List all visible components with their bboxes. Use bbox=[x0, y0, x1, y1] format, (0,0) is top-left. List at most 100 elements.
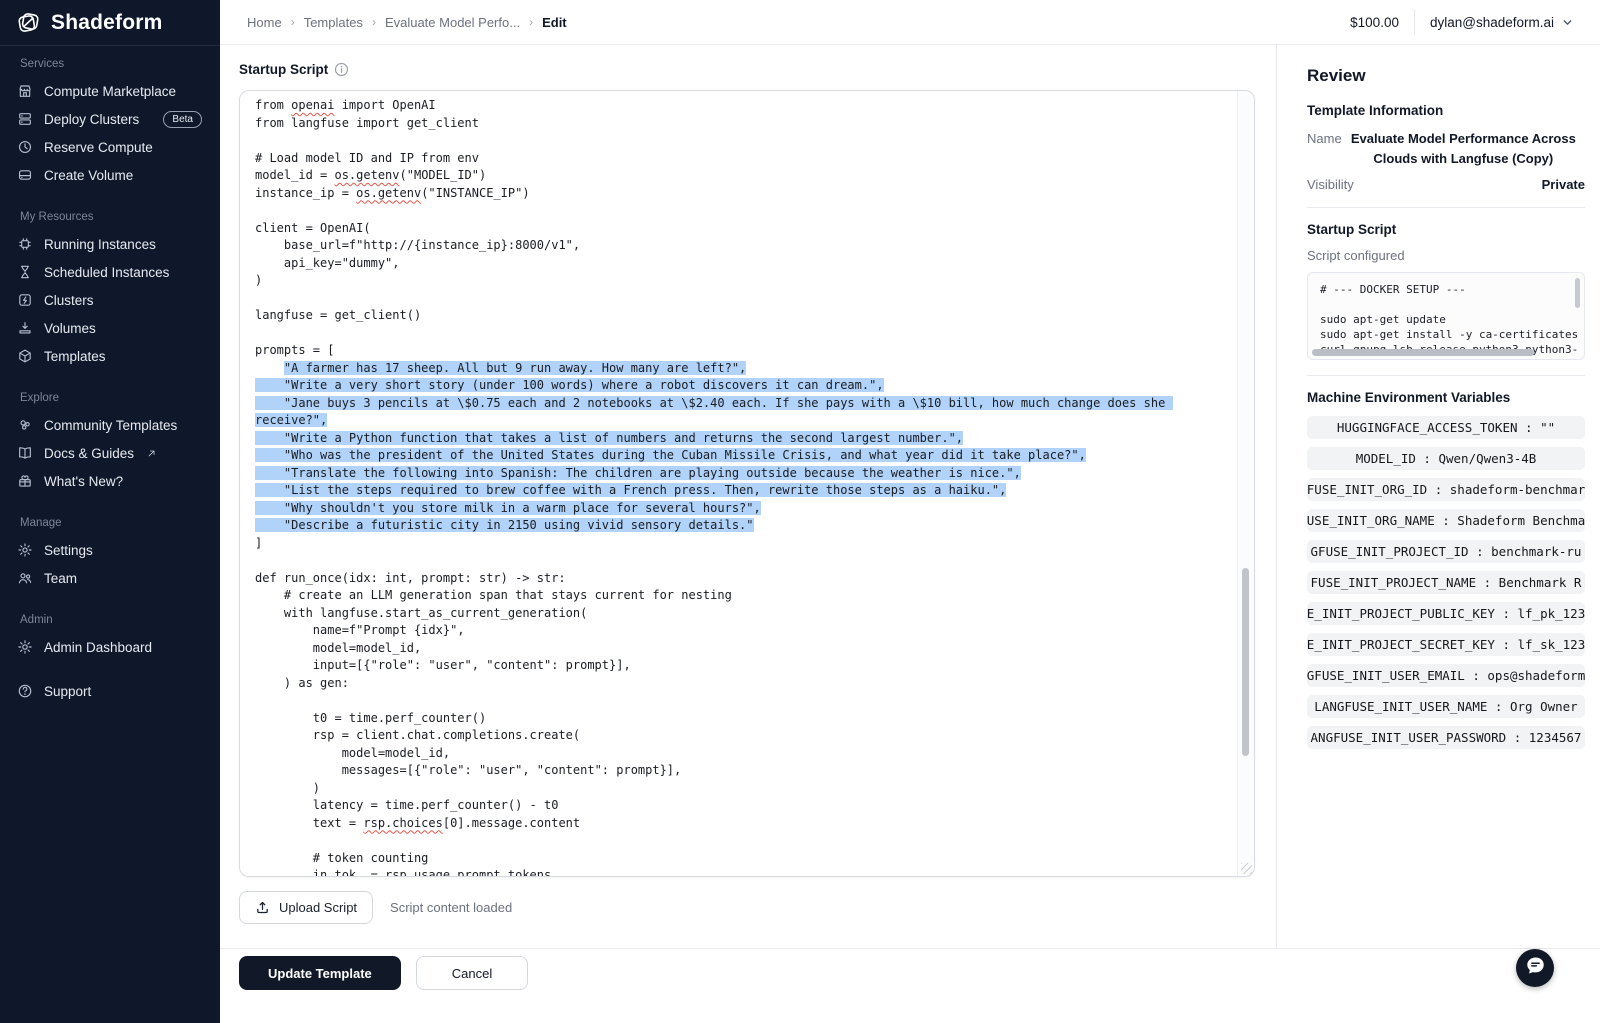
divider bbox=[1307, 375, 1585, 376]
env-var-row: E_INIT_PROJECT_PUBLIC_KEY : lf_pk_123 bbox=[1307, 602, 1585, 625]
sidebar-item-label: Support bbox=[44, 684, 91, 699]
breadcrumb-separator: › bbox=[529, 15, 533, 29]
sidebar-item-templates[interactable]: Templates bbox=[0, 342, 220, 370]
sidebar-item-label: Settings bbox=[44, 543, 93, 558]
topbar-divider bbox=[1414, 10, 1415, 34]
logo[interactable]: Shadeform bbox=[0, 0, 220, 46]
startup-script-review-heading: Startup Script bbox=[1307, 222, 1585, 237]
startup-script-section: Startup Script from openai import OpenAI… bbox=[220, 45, 1277, 948]
drive-icon bbox=[17, 167, 33, 183]
template-information-heading: Template Information bbox=[1307, 103, 1585, 118]
visibility-row: Visibility Private bbox=[1307, 177, 1585, 192]
sidebar-item-label: Compute Marketplace bbox=[44, 84, 176, 99]
script-preview-box[interactable]: # --- DOCKER SETUP --- sudo apt-get upda… bbox=[1307, 272, 1585, 360]
sidebar-item-support[interactable]: Support bbox=[0, 677, 220, 705]
team-icon bbox=[17, 570, 33, 586]
breadcrumb-evaluate-model-perfo[interactable]: Evaluate Model Perfo... bbox=[385, 15, 520, 30]
sidebar-nav: Services Compute Marketplace Deploy Cluste… bbox=[0, 52, 220, 705]
shadeform-logo-icon bbox=[15, 9, 42, 36]
sidebar-item-what-s-new[interactable]: What's New? bbox=[0, 467, 220, 495]
breadcrumb-home[interactable]: Home bbox=[247, 15, 282, 30]
editor-scrollbar-track[interactable] bbox=[1237, 91, 1254, 876]
sidebar-item-label: Templates bbox=[44, 349, 106, 364]
content-area: Startup Script from openai import OpenAI… bbox=[220, 45, 1600, 948]
sidebar-item-running-instances[interactable]: Running Instances bbox=[0, 230, 220, 258]
env-var-row: USE_INIT_ORG_NAME : Shadeform Benchma bbox=[1307, 509, 1585, 532]
gift-icon bbox=[17, 473, 33, 489]
sidebar-item-label: Running Instances bbox=[44, 237, 156, 252]
sidebar-item-create-volume[interactable]: Create Volume bbox=[0, 161, 220, 189]
sidebar-item-team[interactable]: Team bbox=[0, 564, 220, 592]
account-menu[interactable]: dylan@shadeform.ai bbox=[1430, 15, 1574, 30]
cancel-button[interactable]: Cancel bbox=[416, 956, 528, 990]
sidebar-item-label: Reserve Compute bbox=[44, 140, 153, 155]
beta-badge: Beta bbox=[163, 111, 202, 128]
sidebar-item-label: Volumes bbox=[44, 321, 96, 336]
cube-icon bbox=[17, 348, 33, 364]
sidebar-item-settings[interactable]: Settings bbox=[0, 536, 220, 564]
startup-script-heading: Startup Script bbox=[239, 62, 328, 77]
textarea-resize-handle[interactable] bbox=[1241, 863, 1252, 874]
breadcrumb-templates[interactable]: Templates bbox=[304, 15, 363, 30]
env-var-row: GFUSE_INIT_USER_EMAIL : ops@shadeform bbox=[1307, 664, 1585, 687]
admin-gear-icon bbox=[17, 639, 33, 655]
topbar-right: $100.00 dylan@shadeform.ai bbox=[1350, 10, 1574, 34]
startup-script-code[interactable]: from openai import OpenAI from langfuse … bbox=[240, 91, 1219, 877]
divider bbox=[1307, 207, 1585, 208]
template-name-value: Evaluate Model Performance Across Clouds… bbox=[1342, 129, 1585, 168]
sidebar-item-label: What's New? bbox=[44, 474, 123, 489]
upload-status-text: Script content loaded bbox=[390, 900, 512, 915]
template-name-row: Name Evaluate Model Performance Across C… bbox=[1307, 129, 1585, 168]
chat-bubble-icon bbox=[1525, 955, 1546, 981]
sidebar-item-admin-dashboard[interactable]: Admin Dashboard bbox=[0, 633, 220, 661]
community-icon bbox=[17, 417, 33, 433]
download-tray-icon bbox=[17, 320, 33, 336]
env-var-row: E_INIT_PROJECT_SECRET_KEY : lf_sk_123 bbox=[1307, 633, 1585, 656]
external-link-icon bbox=[146, 448, 157, 459]
sidebar-item-deploy-clusters[interactable]: Deploy ClustersBeta bbox=[0, 105, 220, 133]
env-var-row: GFUSE_INIT_PROJECT_ID : benchmark-ru bbox=[1307, 540, 1585, 563]
startup-script-editor[interactable]: from openai import OpenAI from langfuse … bbox=[239, 90, 1255, 877]
gear-icon bbox=[17, 542, 33, 558]
sidebar-section-label: Manage bbox=[0, 511, 220, 536]
env-var-row: ANGFUSE_INIT_USER_PASSWORD : 1234567 bbox=[1307, 726, 1585, 749]
env-var-row: LANGFUSE_INIT_USER_NAME : Org Owner bbox=[1307, 695, 1585, 718]
topbar: Home › Templates › Evaluate Model Perfo... › E… bbox=[220, 0, 1600, 45]
sidebar-item-scheduled-instances[interactable]: Scheduled Instances bbox=[0, 258, 220, 286]
breadcrumb-edit: Edit bbox=[542, 15, 567, 30]
sidebar-item-label: Docs & Guides bbox=[44, 446, 134, 461]
code-selected-text: "A farmer has 17 sheep. All but 9 run aw… bbox=[255, 361, 1173, 533]
account-balance: $100.00 bbox=[1350, 15, 1399, 30]
preview-vertical-scrollbar-thumb[interactable] bbox=[1575, 278, 1580, 308]
env-var-row: FUSE_INIT_PROJECT_NAME : Benchmark R bbox=[1307, 571, 1585, 594]
sidebar-item-volumes[interactable]: Volumes bbox=[0, 314, 220, 342]
section-heading: Startup Script bbox=[239, 62, 1276, 77]
storefront-icon bbox=[17, 83, 33, 99]
upload-icon bbox=[255, 900, 270, 915]
upload-script-button[interactable]: Upload Script bbox=[239, 891, 373, 924]
preview-horizontal-scrollbar-thumb[interactable] bbox=[1312, 349, 1534, 356]
visibility-value: Private bbox=[1542, 177, 1585, 192]
open-book-icon bbox=[17, 445, 33, 461]
review-panel: Review Template Information Name Evaluat… bbox=[1277, 45, 1600, 948]
sidebar-item-community-templates[interactable]: Community Templates bbox=[0, 411, 220, 439]
sidebar-section-label: Services bbox=[0, 52, 220, 77]
code-after-selection: ] def run_once(idx: int, prompt: str) ->… bbox=[255, 536, 732, 878]
sidebar-item-clusters[interactable]: Clusters bbox=[0, 286, 220, 314]
sidebar-item-label: Community Templates bbox=[44, 418, 177, 433]
sidebar-item-reserve-compute[interactable]: Reserve Compute bbox=[0, 133, 220, 161]
logo-text: Shadeform bbox=[51, 11, 163, 35]
sidebar: Shadeform Services Compute Marketplace Dep… bbox=[0, 0, 220, 1023]
info-icon[interactable] bbox=[334, 62, 349, 77]
sidebar-item-docs-guides[interactable]: Docs & Guides bbox=[0, 439, 220, 467]
code-before-selection: from openai import OpenAI from langfuse … bbox=[255, 98, 580, 375]
sidebar-section-label: Explore bbox=[0, 386, 220, 411]
editor-scrollbar-thumb[interactable] bbox=[1242, 568, 1249, 756]
cluster-bolt-icon bbox=[17, 292, 33, 308]
breadcrumb-separator: › bbox=[291, 15, 295, 29]
sidebar-item-compute-marketplace[interactable]: Compute Marketplace bbox=[0, 77, 220, 105]
breadcrumb-separator: › bbox=[372, 15, 376, 29]
update-template-button[interactable]: Update Template bbox=[239, 956, 401, 990]
support-chat-button[interactable] bbox=[1516, 949, 1554, 987]
visibility-label: Visibility bbox=[1307, 177, 1354, 192]
